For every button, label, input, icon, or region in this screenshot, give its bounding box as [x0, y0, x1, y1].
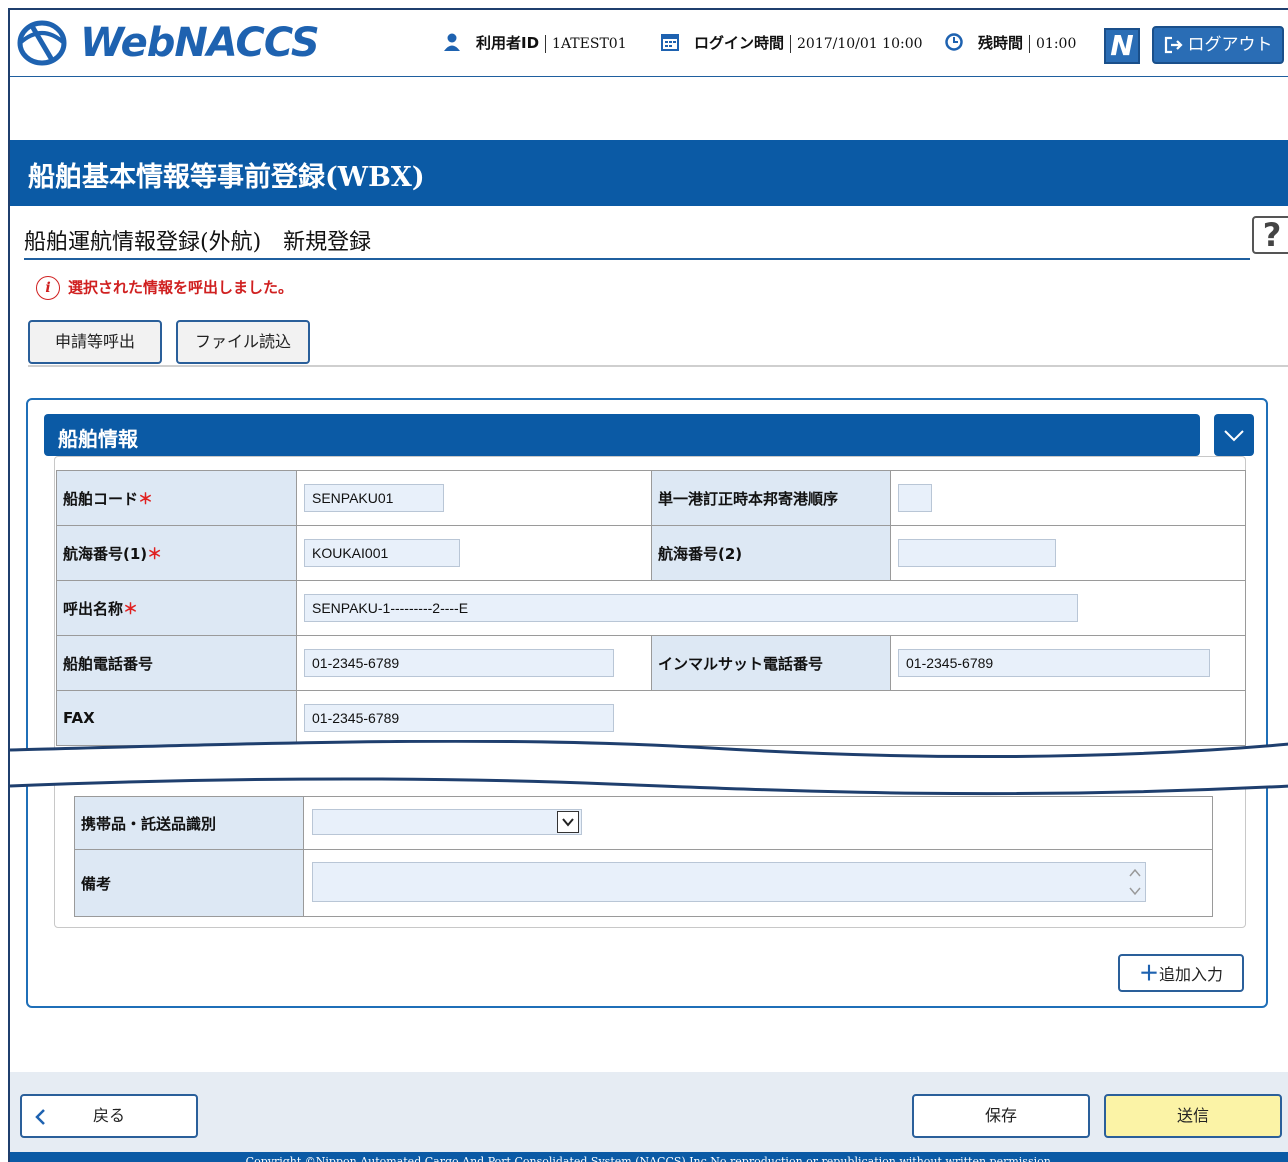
fax-label: FAX	[56, 690, 297, 746]
calendar-icon	[661, 34, 679, 51]
chevron-down-icon	[557, 811, 579, 833]
chevron-down-icon	[1224, 430, 1244, 442]
naccs-n-button[interactable]: N	[1104, 28, 1140, 64]
logo-text: WebNACCS	[80, 20, 320, 66]
page-subtitle: 船舶運航情報登録(外航) 新規登録	[24, 230, 372, 255]
file-load-button[interactable]: ファイル読込	[176, 320, 310, 364]
remarks-textarea[interactable]	[312, 862, 1146, 902]
ship-tel-input[interactable]: 01-2345-6789	[304, 649, 614, 677]
login-time-info: ログイン時間 2017/10/01 10:00	[694, 32, 923, 53]
user-id-info: 利用者ID 1ATEST01	[476, 32, 627, 53]
user-id-value: 1ATEST01	[552, 36, 627, 52]
add-input-label: 追加入力	[1158, 965, 1223, 984]
required-mark: ＊	[138, 489, 154, 508]
chevron-left-icon	[35, 1109, 45, 1125]
info-message-text: 選択された情報を呼出しました。	[68, 278, 294, 297]
collapse-toggle-button[interactable]	[1214, 414, 1254, 456]
section-title: 船舶情報	[58, 427, 138, 451]
remarks-label: 備考	[74, 849, 304, 917]
voyage2-label: 航海番号(2)	[651, 525, 891, 581]
remaining-time-label: 残時間	[978, 34, 1024, 52]
ship-code-input[interactable]: SENPAKU01	[304, 484, 444, 512]
remaining-time-info: 残時間 01:00	[978, 32, 1076, 53]
ship-tel-label: 船舶電話番号	[56, 635, 297, 691]
carry-type-select[interactable]	[312, 809, 582, 835]
call-application-button[interactable]: 申請等呼出	[28, 320, 162, 364]
page-title: 船舶基本情報等事前登録(WBX)	[28, 162, 425, 193]
app-window: WebNACCS 利用者ID 1ATEST01 ログイン時間 2017/10/01 …	[8, 8, 1288, 1162]
clock-icon	[945, 33, 963, 51]
screen-title-bar: 船舶基本情報等事前登録(WBX)	[10, 140, 1288, 206]
back-button[interactable]: 戻る	[20, 1094, 198, 1138]
inmarsat-label: インマルサット電話番号	[651, 635, 891, 691]
inmarsat-input[interactable]: 01-2345-6789	[898, 649, 1210, 677]
voyage2-input[interactable]	[898, 539, 1056, 567]
app-header: WebNACCS 利用者ID 1ATEST01 ログイン時間 2017/10/01 …	[10, 10, 1288, 77]
textarea-scroll-arrows-icon[interactable]	[1127, 865, 1143, 899]
send-button[interactable]: 送信	[1104, 1094, 1282, 1138]
plus-icon: ＋	[1138, 961, 1159, 985]
info-icon: i	[36, 276, 60, 300]
globe-logo-icon	[17, 20, 67, 66]
port-order-label: 単一港訂正時本邦寄港順序	[651, 470, 891, 526]
subtitle-underline	[24, 258, 1250, 260]
copyright-text: Copyright ©Nippon Automated Cargo And Po…	[10, 1152, 1288, 1162]
fax-input[interactable]: 01-2345-6789	[304, 704, 614, 732]
help-button[interactable]: ?	[1252, 216, 1288, 254]
logout-label: ログアウト	[1187, 35, 1273, 55]
login-time-label: ログイン時間	[694, 34, 785, 52]
login-time-value: 2017/10/01 10:00	[797, 36, 923, 52]
call-sign-label: 呼出名称＊	[56, 580, 297, 636]
ship-code-label: 船舶コード＊	[56, 470, 297, 526]
carry-type-label: 携帯品・託送品識別	[74, 796, 304, 850]
omission-wave-divider	[10, 740, 1288, 796]
toolbar-divider	[28, 365, 1288, 367]
user-icon	[444, 33, 460, 51]
voyage1-label: 航海番号(1) ＊	[56, 525, 297, 581]
voyage1-input[interactable]: KOUKAI001	[304, 539, 460, 567]
remaining-time-value: 01:00	[1036, 36, 1077, 52]
logout-button[interactable]: ログアウト	[1152, 26, 1284, 64]
port-order-input[interactable]	[898, 484, 932, 512]
user-id-label: 利用者ID	[476, 34, 540, 52]
back-label: 戻る	[92, 1106, 125, 1125]
footer-action-bar	[10, 1072, 1288, 1162]
section-header: 船舶情報	[44, 414, 1200, 456]
webnaccs-logo: WebNACCS	[14, 18, 344, 68]
port-order-cell	[890, 470, 1246, 526]
call-sign-input[interactable]: SENPAKU-1---------2----E	[304, 594, 1078, 622]
logout-icon	[1164, 36, 1183, 54]
info-message: i 選択された情報を呼出しました。	[36, 276, 293, 300]
add-input-button[interactable]: ＋追加入力	[1118, 954, 1244, 992]
save-button[interactable]: 保存	[912, 1094, 1090, 1138]
